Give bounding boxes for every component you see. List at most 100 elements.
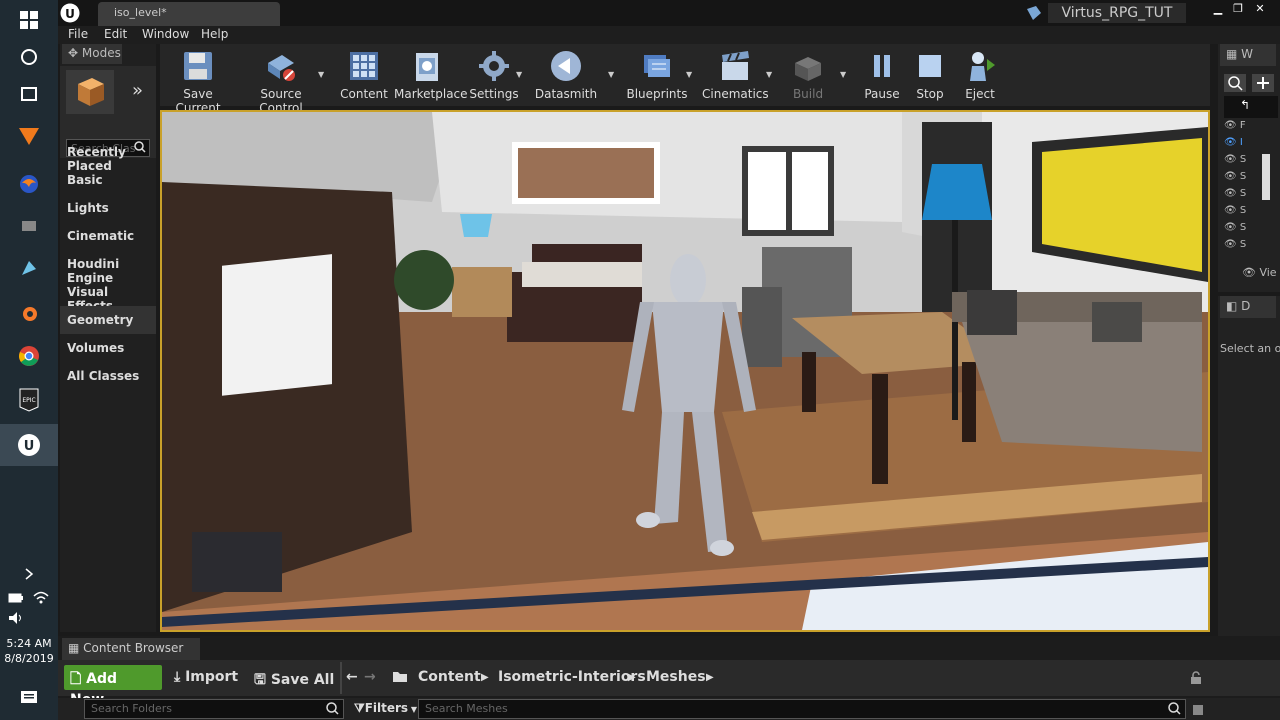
source-control-button[interactable]: Source Control (240, 46, 322, 115)
mode-category-geometry[interactable]: Geometry (60, 306, 156, 334)
world-outliner-tab[interactable]: ▦ W (1220, 44, 1276, 66)
forward-arrow-icon[interactable]: → (364, 669, 376, 685)
app-icon[interactable] (11, 208, 47, 244)
settings-dropdown-icon[interactable]: ▼ (516, 70, 522, 79)
vlc-like-app-icon[interactable] (11, 118, 47, 154)
windows-taskbar: EPIC U 5:24 AM 8/8/2019 (0, 0, 58, 720)
view-options-button[interactable]: 👁 Vie (1242, 266, 1277, 279)
filters-button[interactable]: ⧩Filters ▼ (354, 701, 417, 716)
build-dropdown-icon[interactable]: ▼ (840, 70, 846, 79)
save-search-icon[interactable] (1192, 701, 1204, 720)
breadcrumb-content[interactable]: Content (418, 669, 481, 685)
import-button[interactable]: ⤓ Import (174, 669, 238, 685)
mode-category-lights[interactable]: Lights (60, 194, 156, 222)
datasmith-dropdown-icon[interactable]: ▼ (608, 70, 614, 79)
build-button[interactable]: Build (784, 46, 832, 104)
maximize-icon[interactable]: ❐ (1228, 2, 1248, 18)
list-item[interactable]: 👁 S (1224, 222, 1246, 233)
source-control-status-icon[interactable] (1026, 5, 1042, 25)
mode-category-houdini-engine[interactable]: Houdini Engine (60, 250, 156, 285)
list-item[interactable]: 👁 S (1224, 171, 1246, 182)
mode-category-all-classes[interactable]: All Classes (60, 362, 156, 390)
list-item[interactable]: 👁 I (1224, 137, 1243, 148)
list-item[interactable]: 👁 S (1224, 205, 1246, 216)
content-browser-toolbar: 🗋 Add New ▼ ⤓ Import 🖫 Save All ← → Cont… (58, 660, 1280, 708)
firefox-icon[interactable] (11, 166, 47, 202)
level-viewport[interactable] (160, 110, 1210, 632)
minimize-icon[interactable]: ▁ (1208, 2, 1228, 18)
back-arrow-icon[interactable]: ← (346, 669, 358, 685)
blueprints-button[interactable]: Blueprints (626, 46, 688, 104)
menu-help[interactable]: Help (201, 27, 228, 41)
breadcrumb-separator-icon[interactable]: ▶ (706, 672, 714, 683)
outliner-scrollbar[interactable] (1262, 154, 1270, 200)
modes-tab[interactable]: ✥ Modes (62, 44, 122, 64)
mode-category-volumes[interactable]: Volumes (60, 334, 156, 362)
outliner-search-icon[interactable] (1224, 74, 1246, 92)
save-all-button[interactable]: 🖫 Save All (254, 669, 334, 693)
details-tab-label: D (1241, 299, 1251, 313)
breadcrumb-separator-icon[interactable]: ▶ (481, 672, 489, 683)
lock-icon[interactable] (1190, 670, 1202, 689)
task-view-icon[interactable] (11, 76, 47, 112)
marketplace-button[interactable]: Marketplace (394, 46, 468, 104)
details-tab[interactable]: ◧ D (1220, 296, 1276, 318)
menu-window[interactable]: Window (142, 27, 189, 41)
row-label: S (1239, 154, 1247, 165)
outliner-header: ↰ (1224, 96, 1278, 118)
settings-button[interactable]: Settings (466, 46, 522, 104)
add-new-button[interactable]: 🗋 Add New ▼ (64, 665, 162, 708)
wifi-icon[interactable] (28, 580, 54, 616)
breadcrumb-meshes[interactable]: Meshes (646, 669, 706, 685)
list-item[interactable]: 👁 S (1224, 154, 1246, 165)
stop-button[interactable]: Stop (908, 46, 952, 104)
breadcrumb-isometric-interiors[interactable]: Isometric-Interiors (498, 669, 646, 685)
mode-category-cinematic[interactable]: Cinematic (60, 222, 156, 250)
cinematics-button[interactable]: Cinematics (702, 46, 769, 104)
details-tab-icon: ◧ (1226, 299, 1242, 313)
eject-icon (970, 52, 995, 81)
level-tab[interactable]: iso_level* (98, 2, 280, 26)
datasmith-button[interactable]: Datasmith (532, 46, 600, 104)
datasmith-icon (551, 51, 581, 81)
list-item[interactable]: 👁 S (1224, 239, 1246, 250)
windows-start-icon[interactable] (11, 2, 47, 38)
list-item[interactable]: 👁 F (1224, 120, 1246, 131)
notifications-icon[interactable] (11, 680, 47, 716)
content-icon (350, 52, 378, 80)
menu-edit[interactable]: Edit (104, 27, 127, 41)
content-button[interactable]: Content (336, 46, 392, 104)
viewport-scene-image (162, 112, 1208, 630)
chrome-icon[interactable] (11, 338, 47, 374)
search-meshes-input[interactable]: Search Meshes (418, 699, 1186, 719)
list-item[interactable]: 👁 S (1224, 188, 1246, 199)
mode-category-visual-effects[interactable]: Visual Effects (60, 278, 156, 313)
svg-text:U: U (65, 7, 75, 21)
blueprints-dropdown-icon[interactable]: ▼ (686, 70, 692, 79)
volume-icon[interactable] (4, 600, 28, 636)
expand-modes-icon[interactable]: » (132, 80, 143, 101)
menu-file[interactable]: File (68, 27, 88, 41)
cinematics-dropdown-icon[interactable]: ▼ (766, 70, 772, 79)
unreal-logo-icon[interactable]: U (60, 3, 80, 27)
svg-text:U: U (24, 439, 35, 454)
place-mode-icon[interactable] (66, 70, 114, 114)
source-control-dropdown-icon[interactable]: ▼ (318, 70, 324, 79)
unreal-engine-taskbar-icon[interactable]: U (0, 424, 58, 466)
app-icon[interactable] (11, 250, 47, 286)
system-clock[interactable]: 5:24 AM 8/8/2019 (0, 636, 58, 666)
add-icon[interactable] (1252, 74, 1274, 92)
mode-category-basic[interactable]: Basic (60, 166, 156, 194)
breadcrumb-separator-icon[interactable]: ▶ (628, 672, 636, 683)
unreal-editor-screen: EPIC U 5:24 AM 8/8/2019 U iso_level* Vir… (0, 0, 1280, 720)
search-folders-input[interactable]: Search Folders (84, 699, 344, 719)
close-icon[interactable]: ✕ (1250, 2, 1270, 18)
cortana-search-icon[interactable] (11, 39, 47, 75)
eject-button[interactable]: Eject (956, 46, 1004, 104)
mode-category-recently-placed[interactable]: Recently Placed (60, 138, 156, 173)
blender-icon[interactable] (11, 295, 47, 331)
epic-games-icon[interactable]: EPIC (11, 382, 47, 418)
save-current-button[interactable]: Save Current (162, 46, 234, 115)
pause-button[interactable]: Pause (858, 46, 906, 104)
content-browser-tab[interactable]: ▦ Content Browser (62, 638, 200, 660)
